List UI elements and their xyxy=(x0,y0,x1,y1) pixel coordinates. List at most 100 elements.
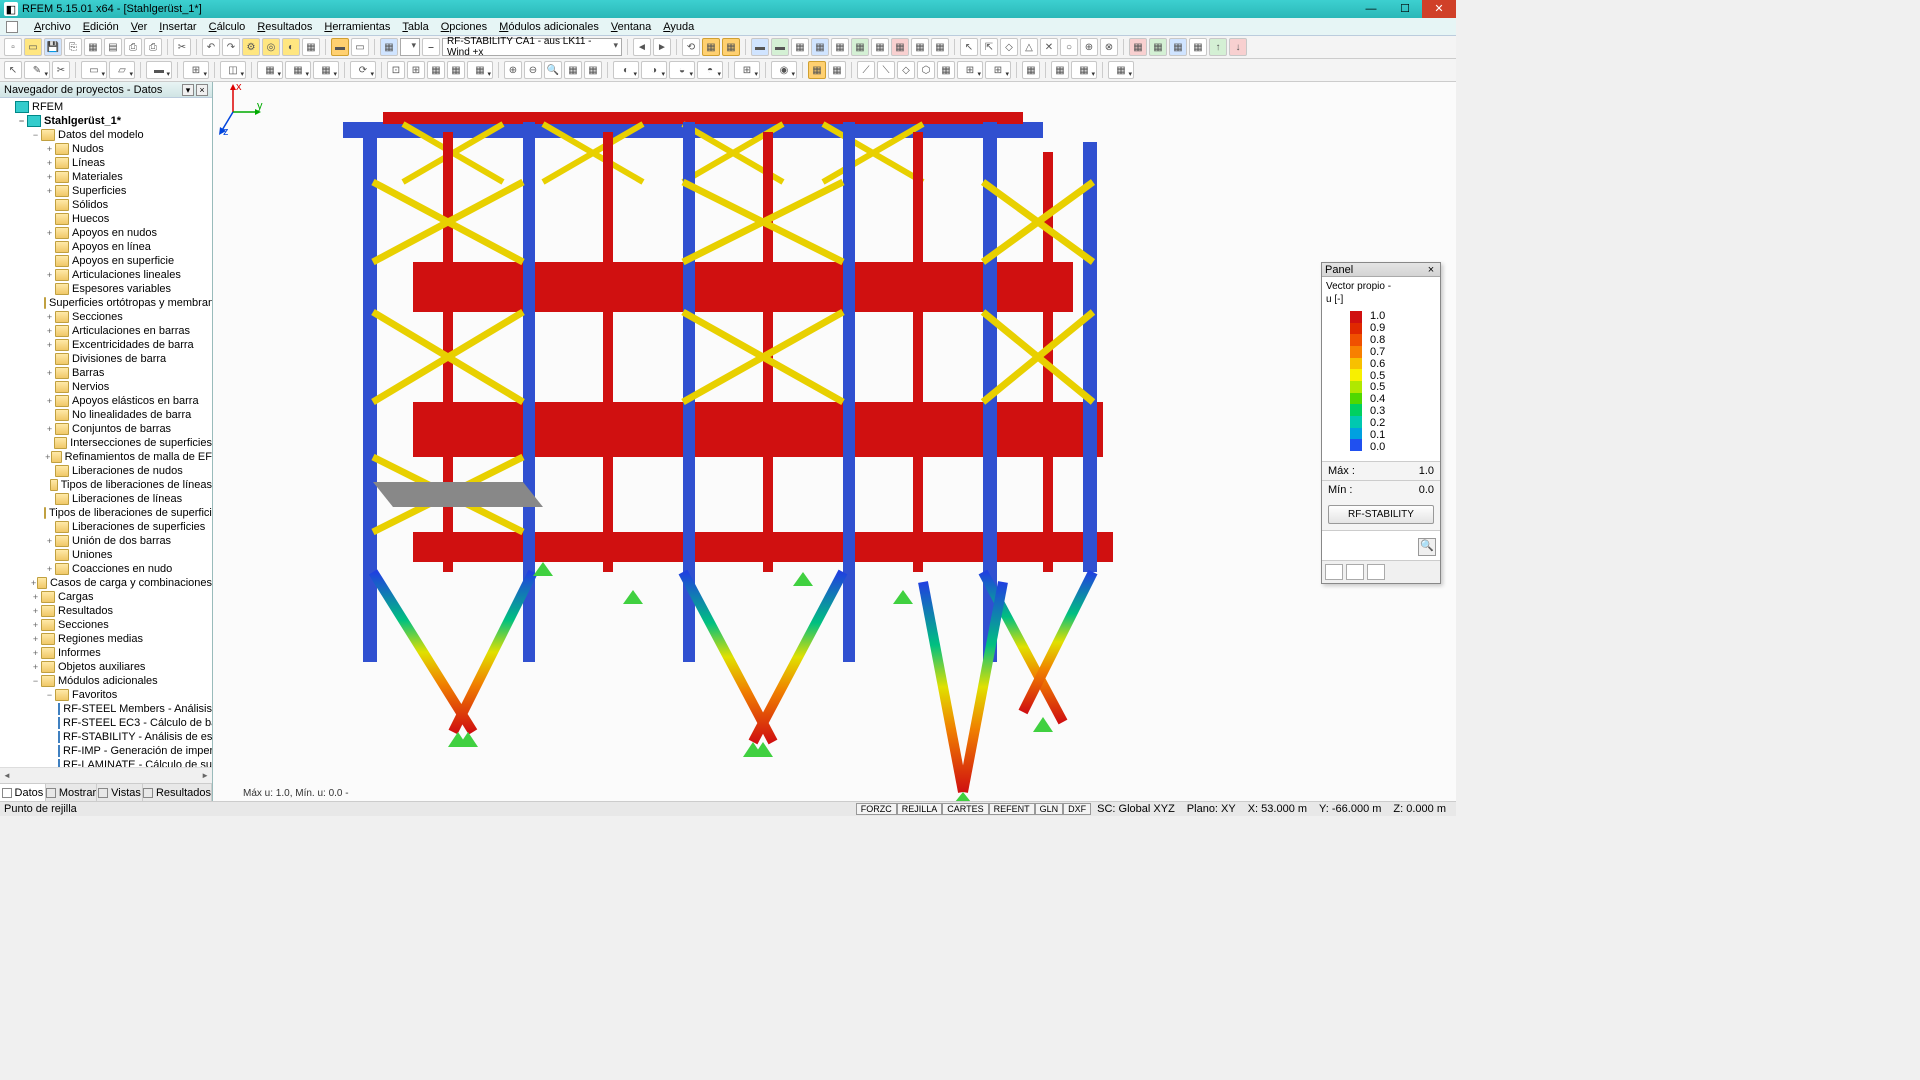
tree-node[interactable]: Apoyos en línea xyxy=(0,240,212,254)
sb-rejilla[interactable]: REJILLA xyxy=(897,803,943,815)
tb-btn-23[interactable]: ⟲ xyxy=(682,38,700,56)
tb2-39[interactable]: ▦ xyxy=(1051,61,1069,79)
tree-node[interactable]: RF-LAMINATE - Cálculo de superficies xyxy=(0,758,212,767)
tb-redo-icon[interactable]: ↷ xyxy=(222,38,240,56)
close-button[interactable]: ✕ xyxy=(1422,0,1456,18)
tb2-5[interactable]: ▱ xyxy=(109,61,135,79)
tb2-9[interactable]: ▦ xyxy=(257,61,283,79)
tb-undo-icon[interactable]: ↶ xyxy=(202,38,220,56)
tb-btn-6[interactable]: ▤ xyxy=(104,38,122,56)
tree-node[interactable]: Tipos de liberaciones de superficies xyxy=(0,506,212,520)
menu-tabla[interactable]: Tabla xyxy=(402,21,428,33)
tb2-11[interactable]: ▦ xyxy=(313,61,339,79)
tb2-29[interactable]: ▦ xyxy=(808,61,826,79)
tb2-28[interactable]: ◉ xyxy=(771,61,797,79)
tree-node[interactable]: Liberaciones de líneas xyxy=(0,492,212,506)
tb-btn-41[interactable]: ○ xyxy=(1060,38,1078,56)
tb-btn-27[interactable]: ▬ xyxy=(771,38,789,56)
tb-btn-38[interactable]: ◇ xyxy=(1000,38,1018,56)
tab-vistas[interactable]: Vistas xyxy=(97,784,143,801)
tree-node[interactable]: +Conjuntos de barras xyxy=(0,422,212,436)
tree-node[interactable]: +Apoyos en nudos xyxy=(0,226,212,240)
tb2-12[interactable]: ⟳ xyxy=(350,61,376,79)
tb-btn-13[interactable]: ⚙ xyxy=(242,38,260,56)
tree-node[interactable]: +Objetos auxiliares xyxy=(0,660,212,674)
tb2-7[interactable]: ⊞ xyxy=(183,61,209,79)
tb2-25[interactable]: ◒ xyxy=(669,61,695,79)
tree-node[interactable]: +Barras xyxy=(0,366,212,380)
tb2-24[interactable]: ◑ xyxy=(641,61,667,79)
tb2-cursor-icon[interactable]: ↖ xyxy=(4,61,22,79)
tree-node[interactable]: Tipos de liberaciones de líneas xyxy=(0,478,212,492)
viewport-3d[interactable]: x y z Máx u: 1.0, Mín. u: 0.0 - Panel × … xyxy=(213,82,1456,801)
tab-mostrar[interactable]: Mostrar xyxy=(46,784,97,801)
navigator-tree[interactable]: RFEM−Stahlgerüst_1*−Datos del modelo+Nud… xyxy=(0,98,212,767)
tree-node[interactable]: Intersecciones de superficies xyxy=(0,436,212,450)
tree-node[interactable]: No linealidades de barra xyxy=(0,408,212,422)
tree-node[interactable]: −Datos del modelo xyxy=(0,128,212,142)
tree-node[interactable]: −Favoritos xyxy=(0,688,212,702)
tb2-6[interactable]: ▬ xyxy=(146,61,172,79)
tb2-26[interactable]: ◓ xyxy=(697,61,723,79)
maximize-button[interactable]: ☐ xyxy=(1388,0,1422,18)
navigator-hscroll[interactable] xyxy=(0,767,212,783)
tb-btn-31[interactable]: ▦ xyxy=(851,38,869,56)
tree-node[interactable]: +Secciones xyxy=(0,618,212,632)
panel-tool-1[interactable] xyxy=(1325,564,1343,580)
menu-insertar[interactable]: Insertar xyxy=(159,21,196,33)
tb2-zoom-icon[interactable]: ⊕ xyxy=(504,61,522,79)
menu-ver[interactable]: Ver xyxy=(131,21,148,33)
panel-tool-2[interactable] xyxy=(1346,564,1364,580)
menu-opciones[interactable]: Opciones xyxy=(441,21,487,33)
mdi-icon[interactable] xyxy=(6,21,18,33)
tb2-4[interactable]: ▭ xyxy=(81,61,107,79)
tree-node[interactable]: Liberaciones de nudos xyxy=(0,464,212,478)
tb2-30[interactable]: ▦ xyxy=(828,61,846,79)
navigator-pin-icon[interactable]: ▾ xyxy=(182,84,194,96)
sb-cartes[interactable]: CARTES xyxy=(942,803,988,815)
tb2-8[interactable]: ◫ xyxy=(220,61,246,79)
tb2-23[interactable]: ◐ xyxy=(613,61,639,79)
panel-close-icon[interactable]: × xyxy=(1425,264,1437,276)
tb-btn-30[interactable]: ▦ xyxy=(831,38,849,56)
tree-node[interactable]: +Refinamientos de malla de EF xyxy=(0,450,212,464)
tree-node[interactable]: RF-STABILITY - Análisis de estabilidad xyxy=(0,730,212,744)
tb-combo-loadcase[interactable]: RF-STABILITY CA1 - aus LK11 - Wind +x xyxy=(442,38,622,56)
tb2-15[interactable]: ▦ xyxy=(427,61,445,79)
tree-node[interactable]: Sólidos xyxy=(0,198,212,212)
tb2-20[interactable]: 🔍 xyxy=(544,61,562,79)
tree-node[interactable]: Liberaciones de superficies xyxy=(0,520,212,534)
tb-btn-14[interactable]: ◎ xyxy=(262,38,280,56)
tb2-10[interactable]: ▦ xyxy=(285,61,311,79)
menu-archivo[interactable]: Archivo xyxy=(34,21,71,33)
tree-node[interactable]: Divisiones de barra xyxy=(0,352,212,366)
tb-btn-17[interactable]: ▬ xyxy=(331,38,349,56)
tb-btn-33[interactable]: ▦ xyxy=(891,38,909,56)
tree-node[interactable]: RF-STEEL Members - Análisis xyxy=(0,702,212,716)
tree-node[interactable]: −Stahlgerüst_1* xyxy=(0,114,212,128)
tb-prev-icon[interactable]: ◄ xyxy=(633,38,651,56)
panel-header[interactable]: Panel × xyxy=(1322,263,1440,277)
menu-herramientas[interactable]: Herramientas xyxy=(324,21,390,33)
tb-btn-37[interactable]: ⇱ xyxy=(980,38,998,56)
tb-new-icon[interactable]: ▫ xyxy=(4,38,22,56)
panel-tool-3[interactable] xyxy=(1367,564,1385,580)
tb2-3[interactable]: ✂ xyxy=(52,61,70,79)
tb-btn-18[interactable]: ▭ xyxy=(351,38,369,56)
sb-dxf[interactable]: DXF xyxy=(1063,803,1091,815)
tree-node[interactable]: +Regiones medias xyxy=(0,632,212,646)
tree-node[interactable]: +Materiales xyxy=(0,170,212,184)
tree-node[interactable]: +Apoyos elásticos en barra xyxy=(0,394,212,408)
tb2-35[interactable]: ▦ xyxy=(937,61,955,79)
menu-modulos[interactable]: Módulos adicionales xyxy=(499,21,599,33)
tb-btn-28[interactable]: ▦ xyxy=(791,38,809,56)
tb2-19[interactable]: ⊖ xyxy=(524,61,542,79)
tb2-37[interactable]: ⊞ xyxy=(985,61,1011,79)
minimize-button[interactable]: — xyxy=(1354,0,1388,18)
tree-node[interactable]: +Coacciones en nudo xyxy=(0,562,212,576)
tb-btn-36[interactable]: ↖ xyxy=(960,38,978,56)
menu-resultados[interactable]: Resultados xyxy=(257,21,312,33)
tb2-41[interactable]: ▦ xyxy=(1108,61,1134,79)
tree-node[interactable]: +Excentricidades de barra xyxy=(0,338,212,352)
tb-btn-5[interactable]: ▦ xyxy=(84,38,102,56)
